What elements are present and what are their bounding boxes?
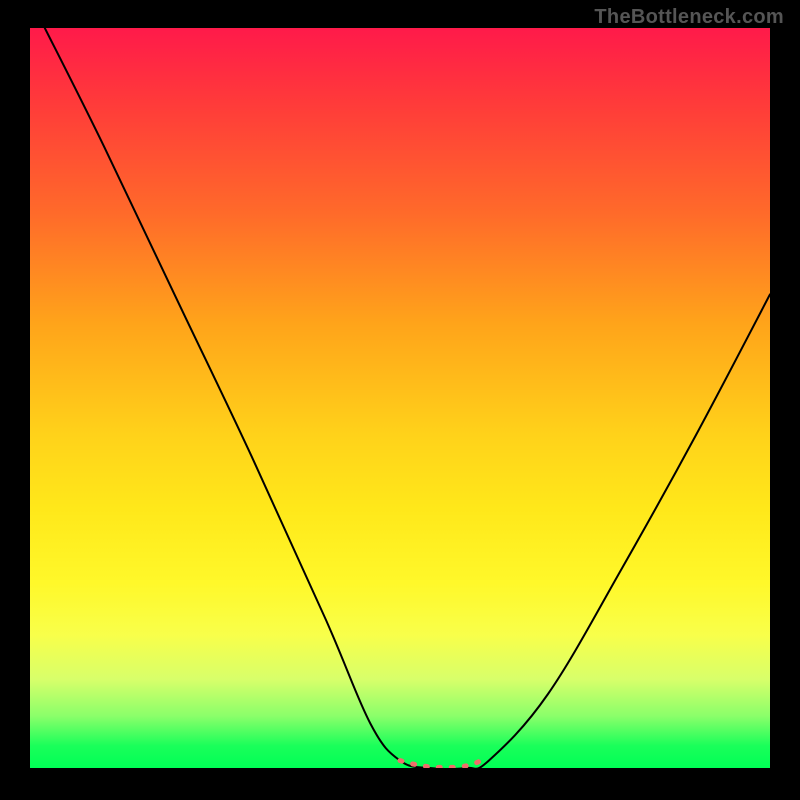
watermark-text: TheBottleneck.com [594, 6, 784, 29]
main-curve [45, 28, 770, 768]
plot-area [30, 28, 770, 768]
valley-marker [400, 761, 481, 768]
curve-svg [30, 28, 770, 768]
chart-canvas: TheBottleneck.com [0, 0, 800, 800]
